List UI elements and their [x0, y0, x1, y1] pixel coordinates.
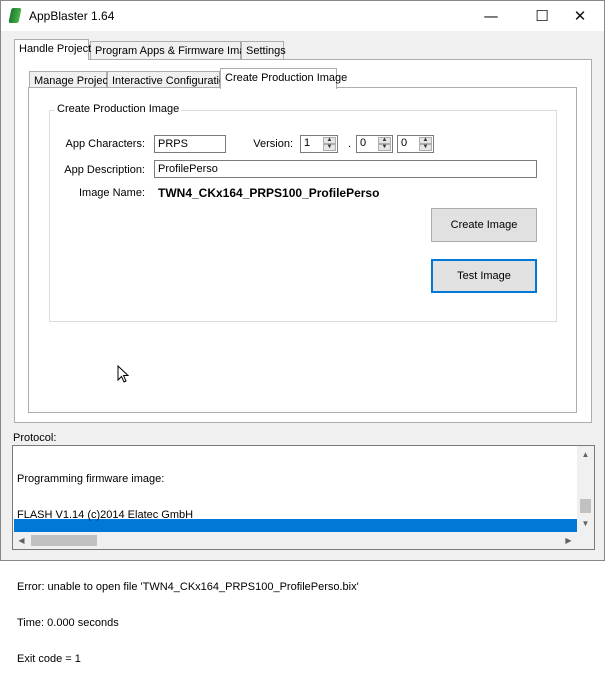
protocol-log[interactable]: Programming firmware image: FLASH V1.14 …	[12, 445, 595, 665]
tab-label: Manage Project	[34, 75, 112, 87]
tab-handle-project[interactable]: Handle Project	[14, 39, 92, 60]
test-image-button[interactable]: Test Image	[431, 259, 537, 293]
tab-label: Settings	[246, 45, 286, 57]
stepper-down-icon[interactable]: ▼	[378, 144, 391, 151]
version-separator: .	[347, 138, 351, 150]
window-title: AppBlaster 1.64	[29, 9, 115, 23]
tab-label: Handle Project	[19, 43, 92, 55]
version-patch-stepper[interactable]: 0 ▲ ▼	[397, 135, 434, 153]
vertical-scroll-thumb[interactable]	[580, 499, 591, 513]
version-patch-value: 0	[401, 137, 408, 149]
log-line: Exit code = 1	[17, 653, 81, 665]
app-description-label: App Description:	[64, 164, 145, 176]
version-minor-value: 0	[360, 137, 367, 149]
title-bar[interactable]: AppBlaster 1.64 — ☐ ✕	[1, 1, 604, 31]
app-window: AppBlaster 1.64 — ☐ ✕ Handle Project Pro…	[0, 0, 605, 665]
image-name-label: Image Name:	[78, 187, 145, 199]
tab-label: Interactive Configuration	[112, 75, 232, 87]
log-line: Programming firmware image:	[17, 473, 165, 485]
stepper-down-icon[interactable]: ▼	[419, 144, 432, 151]
log-line: Error: unable to open file 'TWN4_CKx164_…	[17, 581, 359, 593]
horizontal-scrollbar[interactable]: ◀ ▶	[13, 532, 594, 549]
protocol-label: Protocol:	[13, 432, 57, 444]
app-characters-input[interactable]: PRPS	[154, 135, 226, 153]
tab-create-production-image[interactable]: Create Production Image	[220, 68, 347, 89]
scroll-down-icon[interactable]: ▼	[577, 515, 594, 532]
horizontal-scroll-thumb[interactable]	[31, 535, 97, 546]
vertical-scrollbar[interactable]: ▲ ▼	[577, 446, 594, 532]
log-line: Time: 0.000 seconds	[17, 617, 119, 629]
version-major-stepper[interactable]: 1 ▲ ▼	[300, 135, 338, 153]
tab-settings[interactable]: Settings	[241, 41, 286, 59]
stepper-up-icon[interactable]: ▲	[419, 137, 432, 144]
mouse-pointer-icon	[117, 365, 129, 383]
tab-label: Program Apps & Firmware Images	[95, 45, 264, 57]
scroll-right-icon[interactable]: ▶	[560, 532, 577, 549]
app-description-input[interactable]: ProfilePerso	[154, 160, 537, 178]
app-characters-label: App Characters:	[65, 138, 145, 150]
groupbox-title: Create Production Image	[55, 103, 182, 115]
create-image-button[interactable]: Create Image	[431, 208, 537, 242]
version-major-value: 1	[304, 137, 311, 149]
version-minor-stepper[interactable]: 0 ▲ ▼	[356, 135, 393, 153]
minimize-button[interactable]: —	[468, 1, 514, 31]
stepper-down-icon[interactable]: ▼	[323, 144, 336, 151]
close-button[interactable]: ✕	[557, 1, 603, 31]
scroll-left-icon[interactable]: ◀	[13, 532, 30, 549]
protocol-lines: Programming firmware image: FLASH V1.14 …	[17, 449, 359, 689]
version-label: Version:	[253, 138, 293, 150]
stepper-up-icon[interactable]: ▲	[323, 137, 336, 144]
app-logo-icon	[8, 8, 22, 23]
scroll-up-icon[interactable]: ▲	[577, 446, 594, 463]
tab-program-apps[interactable]: Program Apps & Firmware Images	[90, 41, 263, 59]
image-name-value: TWN4_CKx164_PRPS100_ProfilePerso	[158, 186, 380, 200]
log-line: FLASH V1.14 (c)2014 Elatec GmbH	[17, 509, 194, 521]
stepper-up-icon[interactable]: ▲	[378, 137, 391, 144]
tab-label: Create Production Image	[225, 72, 348, 84]
